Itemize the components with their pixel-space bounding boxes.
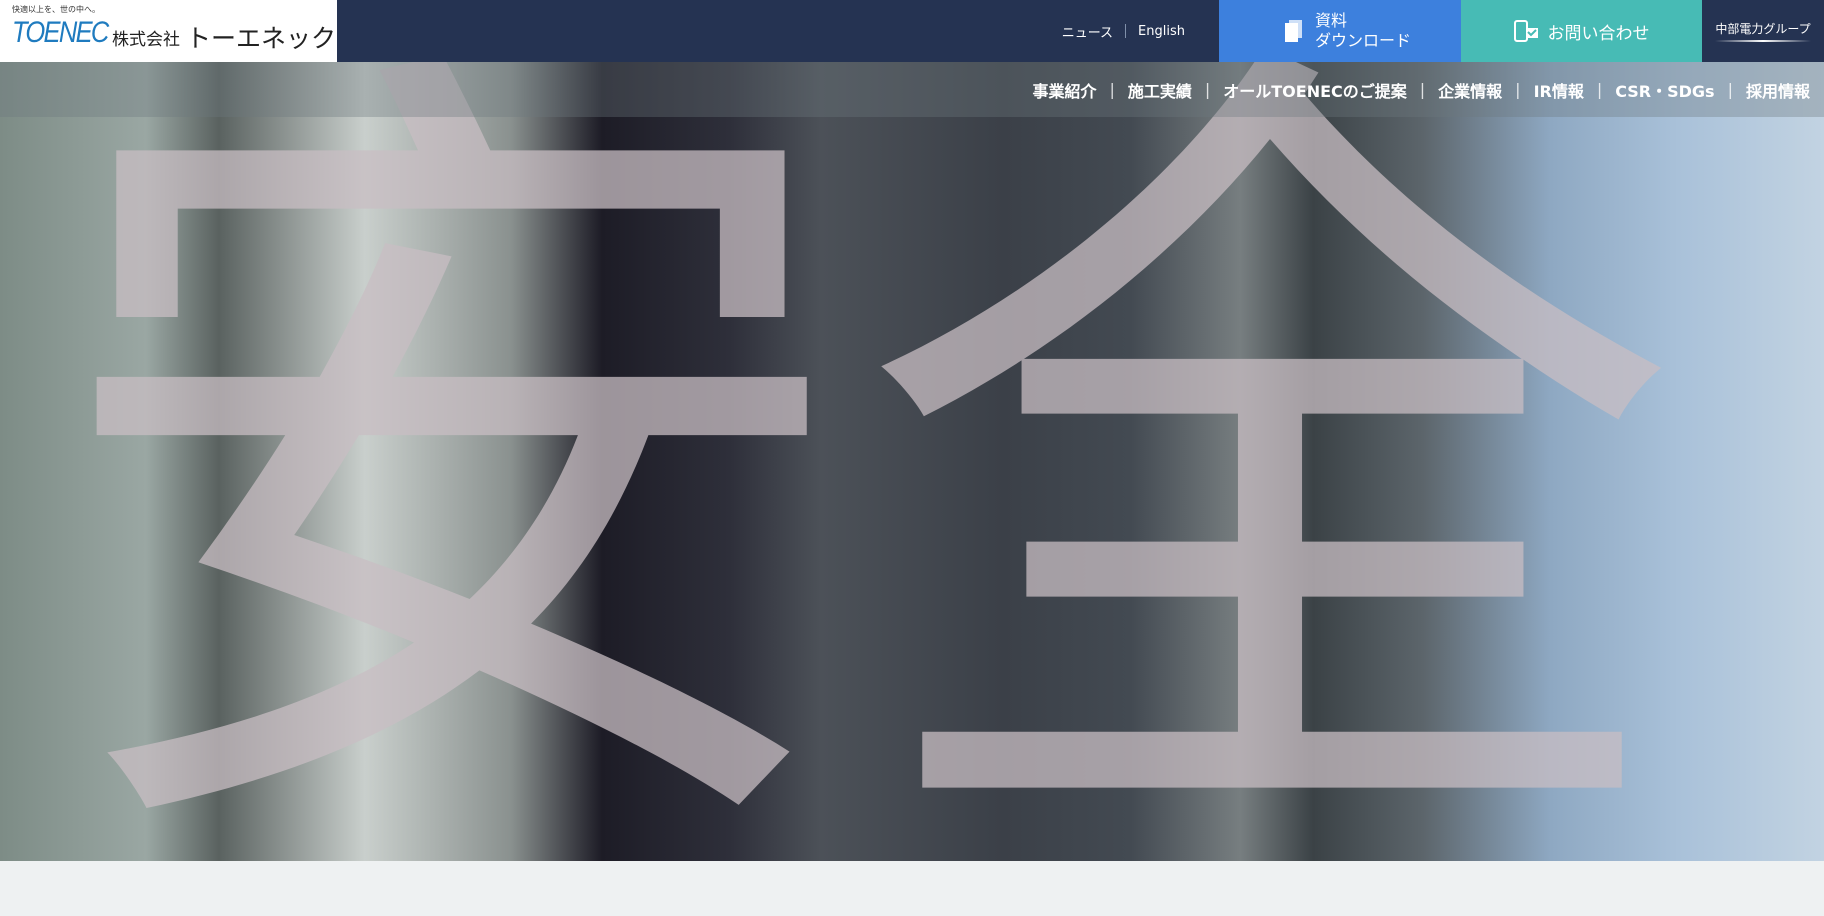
divider: |	[1419, 80, 1426, 99]
hero-video: 安全	[0, 62, 1824, 861]
site-header: 快適以上を、世の中へ。 TOENEC 株式会社 トーエネック ニュース Engl…	[0, 0, 1824, 62]
utility-links: ニュース English	[337, 0, 1219, 62]
logo-company-name: トーエネック	[186, 24, 337, 53]
hero-kanji: 安全	[40, 62, 1680, 861]
logo-company-prefix: 株式会社	[112, 30, 180, 50]
divider: |	[1109, 80, 1115, 99]
nav-csr[interactable]: CSR・SDGs	[1615, 78, 1714, 102]
group-label: 中部電力グループ	[1715, 22, 1811, 36]
contact-button[interactable]: お問い合わせ	[1461, 0, 1702, 62]
logo-tagline: 快適以上を、世の中へ。	[12, 5, 100, 14]
nav-works[interactable]: 施工実績	[1128, 78, 1192, 102]
divider: |	[1596, 80, 1603, 99]
main-nav: 事業紹介 | 施工実績 | オールTOENECのご提案 | 企業情報 | IR情報 | C…	[0, 62, 1824, 117]
nav-recruit[interactable]: 採用情報	[1746, 78, 1810, 102]
english-link[interactable]: English	[1138, 24, 1185, 39]
divider	[1125, 24, 1127, 38]
nav-business[interactable]: 事業紹介	[1032, 78, 1096, 102]
divider: |	[1727, 80, 1733, 99]
doc-label-1: 資料	[1315, 11, 1348, 30]
document-icon	[1285, 20, 1302, 42]
document-download-button[interactable]: 資料 ダウンロード	[1219, 0, 1461, 62]
chubu-group-link[interactable]: 中部電力グループ	[1702, 0, 1824, 62]
nav-proposal[interactable]: オールTOENECのご提案	[1223, 78, 1407, 102]
news-link[interactable]: ニュース	[1062, 22, 1113, 41]
doc-label-2: ダウンロード	[1315, 31, 1412, 50]
divider: |	[1515, 80, 1521, 99]
nav-company[interactable]: 企業情報	[1438, 78, 1502, 102]
phone-mail-icon	[1513, 20, 1538, 42]
divider: |	[1204, 80, 1211, 99]
contact-label: お問い合わせ	[1547, 23, 1650, 44]
group-underline	[1715, 40, 1811, 42]
nav-ir[interactable]: IR情報	[1534, 78, 1584, 102]
logo-brand: TOENEC	[12, 16, 109, 49]
logo[interactable]: 快適以上を、世の中へ。 TOENEC 株式会社 トーエネック	[0, 0, 337, 62]
